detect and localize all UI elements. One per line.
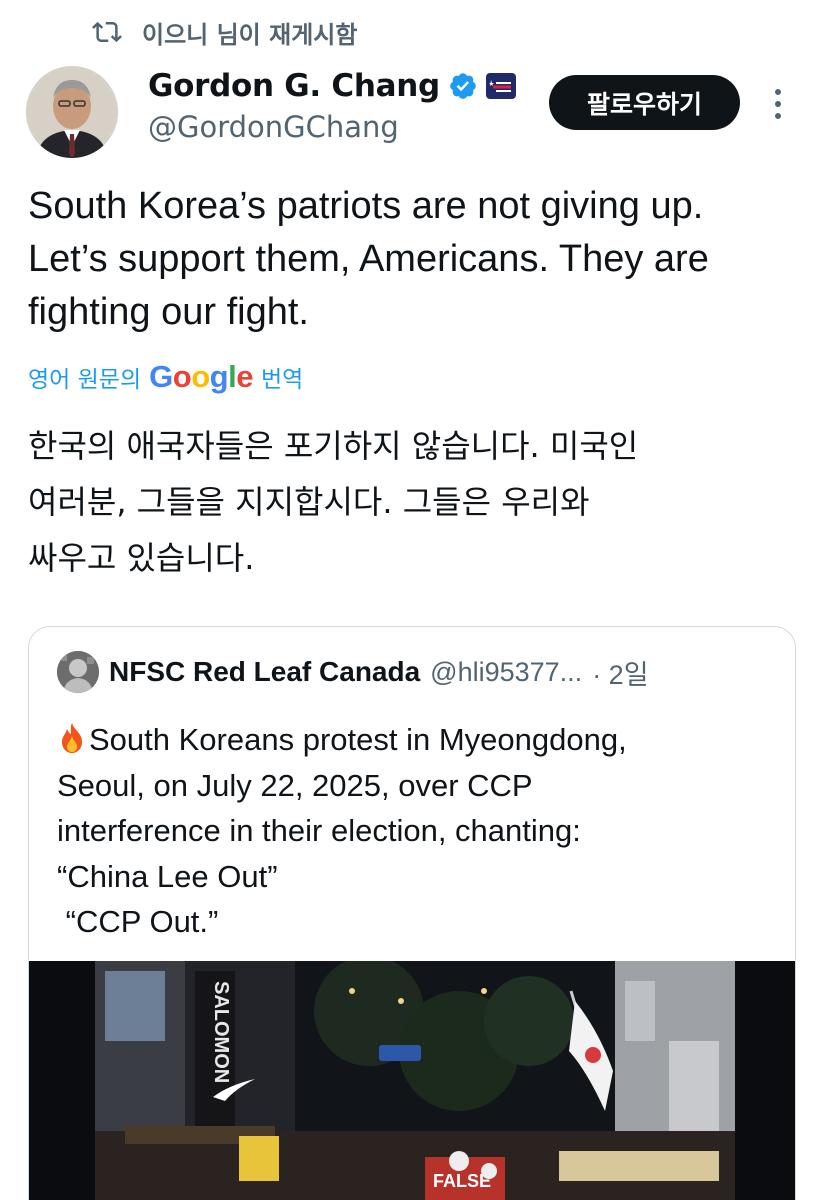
translate-prefix: 영어 원문의 [28,367,142,393]
translate-link[interactable]: 영어 원문의 Google 번역 [28,356,303,398]
quoted-author-avatar [57,651,99,693]
quoted-post-time: · 2일 [592,659,649,690]
repost-icon [92,21,122,43]
repost-text: 이으니 님이 재게시함 [142,20,358,49]
quoted-post-body: South Koreans protest in Myeongdong, Seo… [57,722,627,939]
affiliate-badge[interactable] [485,73,516,99]
quoted-media-image[interactable]: SALOMON FALSE [29,961,795,1200]
author-avatar[interactable] [26,66,118,158]
tweet-text: South Korea’s patriots are not giving up… [28,185,709,333]
author-name[interactable]: Gordon G. Chang [148,68,440,104]
verified-badge-icon[interactable] [448,71,478,101]
quoted-post-header: NFSC Red Leaf Canada @hli95377... · 2일 [57,649,649,695]
translated-text: 한국의 애국자들은 포기하지 않습니다. 미국인 여러분, 그들을 지지합시다.… [28,427,639,577]
translate-suffix: 번역 [260,367,304,393]
google-logo: Google [149,359,253,394]
quoted-post-text: South Koreans protest in Myeongdong, Seo… [57,717,777,945]
quoted-author-handle: @hli95377... [430,656,583,687]
store-sign-text: SALOMON [210,981,232,1083]
author-block: Gordon G. Chang @GordonGChang [148,64,516,144]
quoted-author-name: NFSC Red Leaf Canada [109,656,421,687]
repost-indicator[interactable]: 이으니 님이 재게시함 [92,14,357,50]
quoted-post-card[interactable]: NFSC Red Leaf Canada @hli95377... · 2일 S… [28,626,796,1200]
fire-icon [62,723,82,753]
follow-button[interactable]: 팔로우하기 [549,75,740,130]
more-vertical-icon[interactable] [766,84,790,124]
author-handle[interactable]: @GordonGChang [148,110,516,144]
